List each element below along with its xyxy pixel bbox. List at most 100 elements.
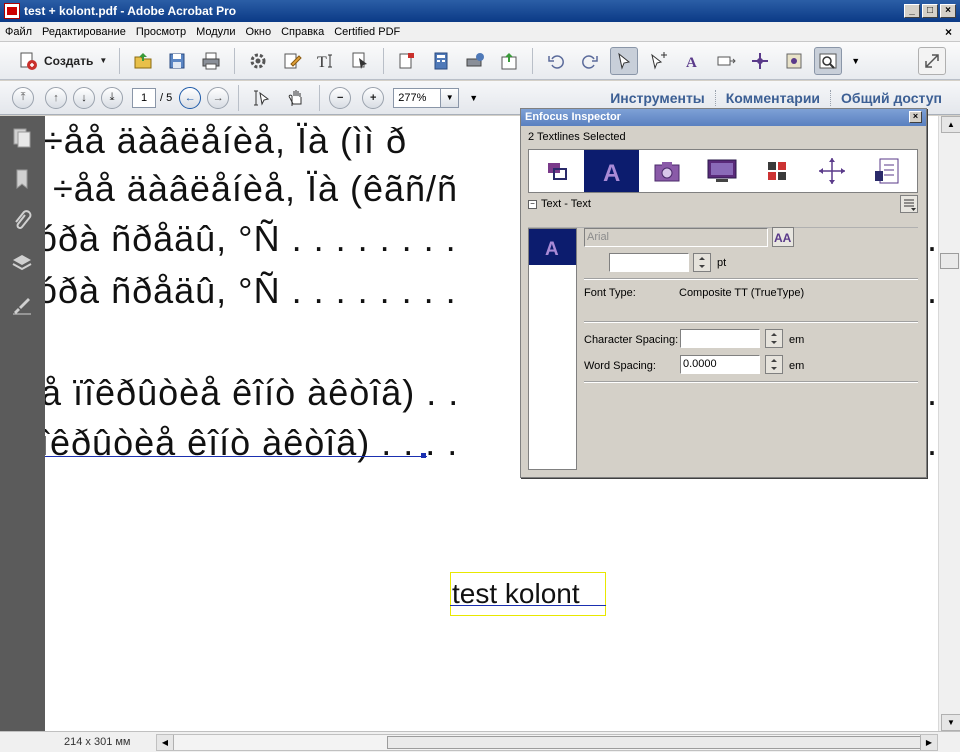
menu-bar: Файл Редактирование Просмотр Модули Окно… (0, 22, 960, 42)
menu-help[interactable]: Справка (276, 26, 329, 38)
close-document-button[interactable]: × (945, 25, 952, 39)
undo-button[interactable] (542, 47, 570, 75)
svg-text:A: A (603, 160, 620, 185)
font-name-field[interactable]: Arial (584, 228, 768, 247)
section-title: Text - Text (541, 198, 591, 210)
move-arrows-icon (752, 52, 769, 69)
text-edit-button[interactable]: A (678, 47, 706, 75)
inspector-close-button[interactable]: × (909, 111, 922, 123)
tab-properties[interactable] (859, 150, 914, 192)
tab-text[interactable]: A (584, 150, 639, 192)
menu-window[interactable]: Окно (241, 26, 277, 38)
previous-view-button[interactable]: ← (179, 86, 202, 109)
first-page-button[interactable]: ⤒ (12, 86, 34, 109)
section-header[interactable]: − Text - Text (528, 197, 918, 211)
scroll-up-button[interactable]: ▲ (941, 116, 960, 133)
zoom-in-button[interactable]: + (362, 86, 385, 109)
select-tool-button[interactable] (248, 84, 276, 112)
divider (584, 278, 918, 280)
tab-display[interactable] (694, 150, 749, 192)
arrow-down-icon: ↓ (81, 91, 87, 104)
scroll-right-button[interactable]: ▶ (920, 734, 937, 750)
bookmarks-icon[interactable] (11, 168, 33, 190)
menu-file[interactable]: Файл (0, 26, 37, 38)
link-button[interactable] (712, 47, 740, 75)
document-dot: . (927, 372, 938, 413)
preflight-button[interactable] (393, 47, 421, 75)
toolbar-overflow-icon[interactable]: ▼ (469, 93, 478, 103)
hand-tool-button[interactable] (282, 84, 310, 112)
zoom-dropdown-button[interactable]: ▼ (441, 87, 460, 108)
minimize-button[interactable]: _ (904, 4, 920, 18)
page-number-input[interactable]: 1 (132, 87, 156, 108)
word-spacing-input[interactable]: 0.0000 (680, 355, 760, 374)
menu-certified-pdf[interactable]: Certified PDF (329, 26, 405, 38)
word-spacing-unit: em (789, 360, 805, 372)
last-page-button[interactable]: ⤓ (101, 86, 123, 109)
vertical-scrollbar[interactable]: ▲ ▼ (938, 116, 960, 731)
text-tool-button[interactable]: T (312, 47, 340, 75)
font-picker-button[interactable]: AA (772, 227, 794, 247)
open-button[interactable] (129, 47, 157, 75)
toolbar-overflow-icon[interactable]: ▼ (851, 56, 860, 66)
inspector-button[interactable] (814, 46, 843, 75)
menu-edit[interactable]: Редактирование (37, 26, 131, 38)
font-size-input[interactable] (609, 253, 689, 272)
character-spacing-stepper[interactable] (765, 329, 783, 348)
create-button[interactable]: Создать ▼ (12, 47, 113, 75)
scroll-down-button[interactable]: ▼ (941, 714, 960, 731)
save-button[interactable] (163, 47, 191, 75)
panel-menu-button[interactable] (900, 195, 918, 213)
next-view-button[interactable]: → (207, 86, 230, 109)
pointer-tool-button[interactable] (610, 46, 639, 75)
redo-button[interactable] (576, 47, 604, 75)
attachments-icon[interactable] (11, 210, 33, 232)
pointer-plus-button[interactable] (644, 47, 672, 75)
tab-transform[interactable] (804, 150, 859, 192)
font-size-stepper[interactable] (693, 253, 711, 272)
edit-object-button[interactable] (278, 47, 306, 75)
tab-color[interactable] (749, 150, 804, 192)
tools-link[interactable]: Инструменты (600, 90, 715, 106)
selection-handle[interactable] (421, 453, 426, 458)
zoom-input[interactable]: 277% (393, 87, 442, 108)
signatures-icon[interactable] (11, 294, 33, 316)
object-button[interactable] (780, 47, 808, 75)
next-page-button[interactable]: ↓ (73, 86, 95, 109)
arrow-plus-icon (651, 51, 668, 70)
move-button[interactable] (746, 47, 774, 75)
vertical-scroll-thumb[interactable] (940, 253, 959, 269)
document-flag-icon (399, 52, 415, 68)
select-object-button[interactable] (346, 47, 374, 75)
tab-position[interactable] (529, 150, 584, 192)
zoom-out-button[interactable]: − (329, 86, 352, 109)
share-link[interactable]: Общий доступ (830, 89, 952, 106)
collapse-icon[interactable]: − (528, 199, 537, 209)
subtab-text[interactable]: A (529, 229, 576, 265)
word-spacing-stepper[interactable] (765, 355, 783, 374)
previous-page-button[interactable]: ↑ (45, 86, 67, 109)
horizontal-scroll-thumb[interactable] (387, 735, 932, 749)
expand-button[interactable] (918, 46, 946, 75)
calculator-button[interactable] (427, 47, 455, 75)
scroll-left-button[interactable]: ◀ (157, 734, 174, 750)
print-button[interactable] (197, 47, 225, 75)
footer-text-object[interactable]: test kolont (450, 572, 606, 616)
horizontal-scrollbar[interactable]: ◀ ▶ (156, 733, 938, 751)
print-production-button[interactable] (461, 47, 489, 75)
divider (584, 321, 918, 323)
inspector-title-bar[interactable]: Enfocus Inspector × (521, 109, 926, 126)
character-spacing-input[interactable] (680, 329, 760, 348)
close-window-button[interactable]: × (940, 4, 956, 18)
menu-plugins[interactable]: Модули (191, 26, 240, 38)
menu-view[interactable]: Просмотр (131, 26, 191, 38)
redo-icon (582, 54, 599, 69)
undo-icon (548, 54, 565, 69)
settings-button[interactable] (244, 47, 272, 75)
layers-icon[interactable] (11, 252, 33, 274)
comments-link[interactable]: Комментарии (714, 89, 830, 106)
maximize-button[interactable]: □ (922, 4, 938, 18)
tab-image[interactable] (639, 150, 694, 192)
page-thumbnails-icon[interactable] (11, 126, 33, 148)
export-button[interactable] (495, 47, 523, 75)
